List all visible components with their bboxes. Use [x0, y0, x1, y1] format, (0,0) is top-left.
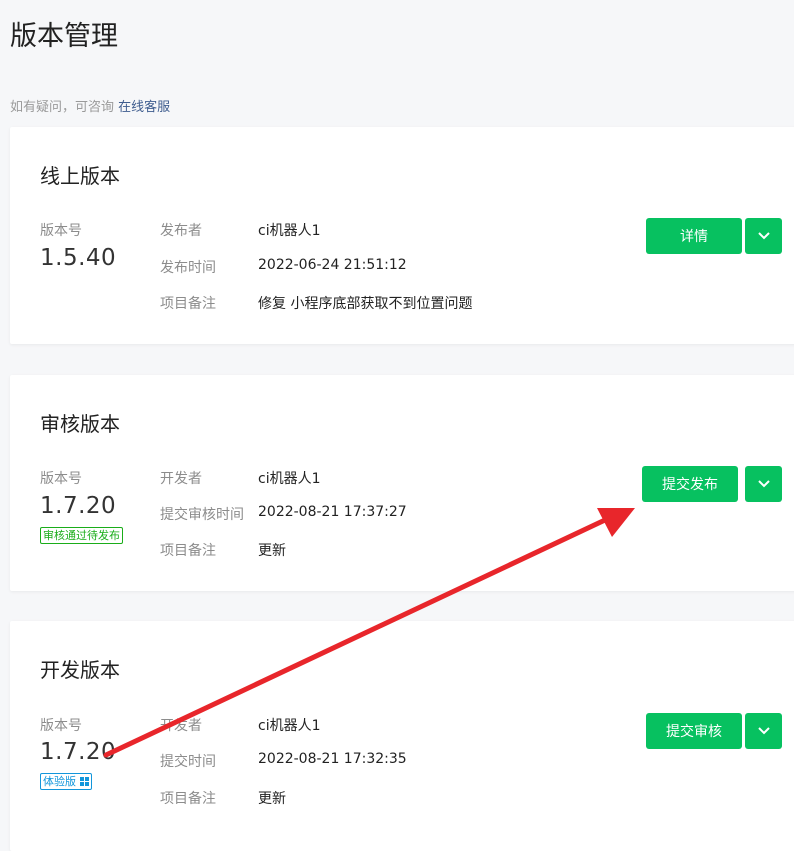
online-version-title: 线上版本: [40, 164, 120, 188]
submit-publish-button[interactable]: 提交发布: [642, 466, 738, 502]
developer-value: ci机器人1: [258, 718, 321, 734]
details-button[interactable]: 详情: [646, 218, 742, 254]
publish-time-value: 2022-06-24 21:51:12: [258, 257, 407, 273]
online-version-card: 线上版本 版本号 1.5.40 发布者 ci机器人1 发布时间 2022-06-…: [10, 127, 794, 344]
publisher-label: 发布者: [160, 223, 202, 239]
help-line: 如有疑问，可咨询 在线客服: [10, 96, 170, 115]
help-text: 如有疑问，可咨询: [10, 100, 115, 115]
review-version-title: 审核版本: [40, 412, 120, 436]
remark-label: 项目备注: [160, 791, 216, 807]
version-label: 版本号: [40, 718, 82, 734]
remark-value: 更新: [258, 791, 286, 807]
submit-time-label: 提交时间: [160, 754, 216, 770]
chevron-down-icon: [757, 232, 770, 240]
page-title: 版本管理: [10, 21, 118, 52]
online-service-link[interactable]: 在线客服: [118, 100, 170, 115]
review-time-value: 2022-08-21 17:37:27: [258, 504, 407, 520]
version-label: 版本号: [40, 223, 82, 239]
dev-more-dropdown[interactable]: [745, 713, 782, 749]
review-more-dropdown[interactable]: [745, 466, 782, 502]
remark-value: 更新: [258, 543, 286, 559]
experience-badge[interactable]: 体验版: [40, 773, 92, 790]
version-number: 1.5.40: [40, 245, 117, 271]
qr-code-icon: [80, 777, 89, 786]
version-number: 1.7.20: [40, 493, 117, 519]
experience-badge-label: 体验版: [43, 775, 76, 788]
version-label: 版本号: [40, 471, 82, 487]
chevron-down-icon: [757, 727, 770, 735]
submit-time-value: 2022-08-21 17:32:35: [258, 751, 407, 767]
publish-time-label: 发布时间: [160, 260, 216, 276]
version-number: 1.7.20: [40, 739, 117, 765]
remark-label: 项目备注: [160, 296, 216, 312]
dev-version-title: 开发版本: [40, 658, 120, 682]
online-more-dropdown[interactable]: [745, 218, 782, 254]
developer-label: 开发者: [160, 471, 202, 487]
review-time-label: 提交审核时间: [160, 507, 244, 523]
submit-review-button[interactable]: 提交审核: [646, 713, 742, 749]
status-badge: 审核通过待发布: [40, 527, 123, 544]
dev-version-card: 开发版本 版本号 1.7.20 体验版 开发者 ci机器人1 提交时间 2022…: [10, 621, 794, 851]
remark-label: 项目备注: [160, 543, 216, 559]
publisher-value: ci机器人1: [258, 223, 321, 239]
chevron-down-icon: [757, 480, 770, 488]
developer-label: 开发者: [160, 718, 202, 734]
review-version-card: 审核版本 版本号 1.7.20 审核通过待发布 开发者 ci机器人1 提交审核时…: [10, 375, 794, 591]
developer-value: ci机器人1: [258, 471, 321, 487]
remark-value: 修复 小程序底部获取不到位置问题: [258, 296, 473, 312]
